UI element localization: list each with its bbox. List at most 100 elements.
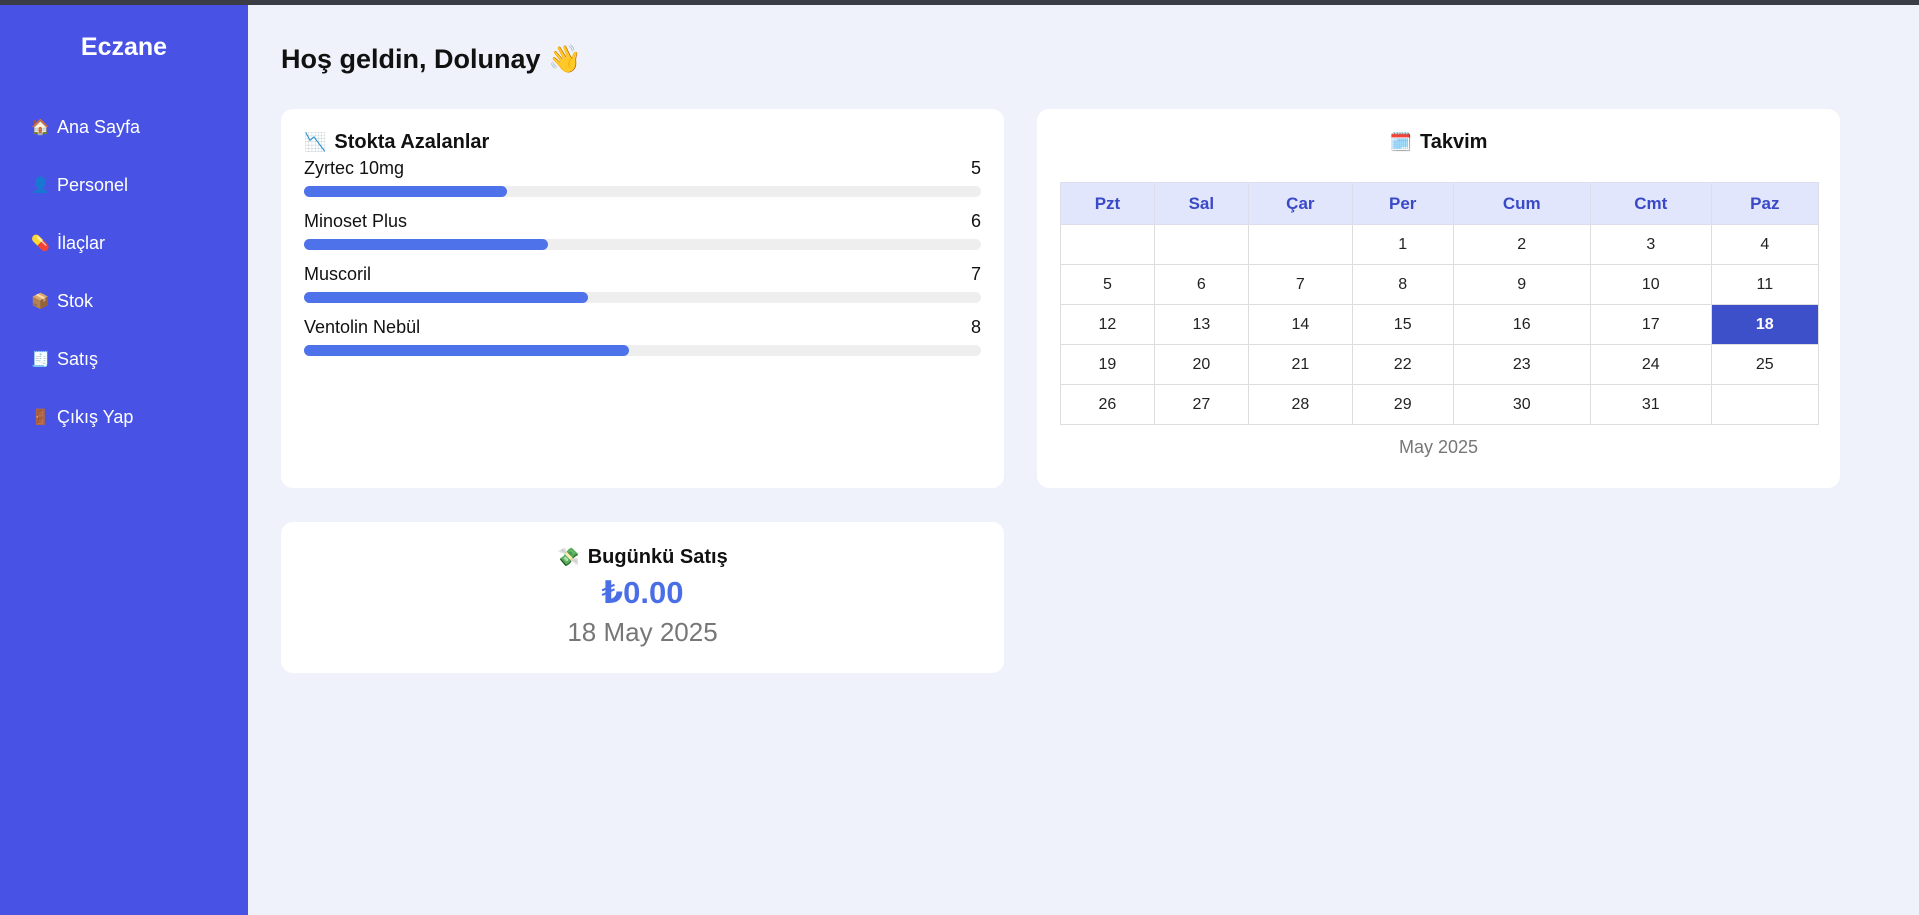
card-title-label: Bugünkü Satış [587, 546, 728, 568]
drug-name: Ventolin Nebül [304, 317, 421, 337]
calendar-card: 🗓️ Takvim Pzt Sal Çar Per Cum Cmt Paz 12… [1037, 109, 1840, 488]
calendar-day[interactable]: 30 [1452, 384, 1591, 425]
calendar-day[interactable]: 22 [1351, 344, 1454, 385]
calendar-day[interactable]: 15 [1351, 304, 1454, 345]
list-item[interactable]: Minoset Plus 6 [304, 211, 981, 250]
user-icon: 👤 [31, 177, 50, 194]
calendar-icon: 🗓️ [1389, 132, 1412, 152]
list-item[interactable]: Muscoril 7 [304, 264, 981, 303]
package-icon: 📦 [31, 293, 50, 310]
sidebar-item-label: Personel [57, 174, 129, 195]
calendar-day[interactable]: 1 [1351, 224, 1454, 265]
home-icon: 🏠 [31, 119, 50, 136]
calendar-day[interactable]: 4 [1710, 224, 1820, 265]
sidebar-item-stok[interactable]: 📦 Stok [0, 272, 248, 330]
calendar-day[interactable]: 6 [1153, 264, 1249, 305]
calendar-day[interactable]: 24 [1589, 344, 1712, 385]
calendar-day[interactable]: 21 [1247, 344, 1353, 385]
sales-amount: ₺0.00 [601, 575, 684, 610]
list-item[interactable]: Ventolin Nebül 8 [304, 317, 981, 356]
weekday-header: Pzt [1060, 182, 1155, 225]
calendar-week-row: 1234 [1060, 224, 1820, 265]
calendar-day[interactable]: 19 [1060, 344, 1155, 385]
calendar-title: 🗓️ Takvim [1060, 131, 1817, 154]
card-title-label: Takvim [1419, 131, 1488, 153]
calendar-day[interactable]: 29 [1351, 384, 1454, 425]
low-stock-title: 📉 Stokta Azalanlar [304, 131, 981, 154]
calendar-day[interactable]: 10 [1589, 264, 1712, 305]
sidebar-item-satis[interactable]: 🧾 Satış [0, 330, 248, 388]
calendar-empty-cell [1060, 224, 1155, 265]
sidebar-item-personel[interactable]: 👤 Personel [0, 156, 248, 214]
calendar-day[interactable]: 14 [1247, 304, 1353, 345]
sales-date: 18 May 2025 [567, 617, 718, 647]
sidebar-item-ana-sayfa[interactable]: 🏠 Ana Sayfa [0, 98, 248, 156]
calendar-day[interactable]: 17 [1589, 304, 1712, 345]
brand-title: Eczane [80, 33, 168, 61]
list-item[interactable]: Zyrtec 10mg 5 [304, 158, 981, 197]
calendar-week-row: 26 27 28 29 30 31 [1060, 384, 1820, 425]
calendar-day[interactable]: 27 [1153, 384, 1249, 425]
pill-icon: 💊 [31, 235, 50, 252]
stock-bar-track [304, 186, 981, 197]
stock-bar-fill [304, 186, 508, 197]
calendar-day[interactable]: 28 [1247, 384, 1353, 425]
calendar-day[interactable]: 11 [1710, 264, 1820, 305]
stock-row: Muscoril 7 [304, 264, 981, 284]
calendar-grid: Pzt Sal Çar Per Cum Cmt Paz 1 2 3 4 5 6 7 8 9 10 1… [1060, 182, 1820, 425]
calendar-day[interactable]: 3 [1589, 224, 1712, 265]
sidebar-item-cikis-yap[interactable]: 🚪 Çıkış Yap [0, 388, 248, 446]
calendar-day[interactable]: 12 [1060, 304, 1155, 345]
calendar-day[interactable]: 8 [1351, 264, 1454, 305]
sidebar-nav: 🏠 Ana Sayfa 👤 Personel 💊 İlaçlar 📦 Stok … [0, 98, 248, 446]
low-stock-list: Zyrtec 10mg 5 Minoset Plus 6 Muscoril 7 … [304, 158, 981, 356]
today-sales-card: 💸 Bugünkü Satış ₺0.00 18 May 2025 [281, 522, 1004, 673]
calendar-day[interactable]: 25 [1710, 344, 1820, 385]
stock-bar-track [304, 239, 981, 250]
sidebar-item-label: Stok [57, 290, 94, 311]
calendar-day[interactable]: 9 [1452, 264, 1591, 305]
card-title-label: Stokta Azalanlar [334, 131, 490, 153]
welcome-prefix: Hoş geldin, [281, 44, 427, 74]
calendar-week-row: 5 6 7 8 9 10 11 [1060, 264, 1820, 305]
calendar-body: 1 2 3 4 5 6 7 8 9 10 11 12 13 14 15 16 17 18 19 20 21 22 23 24 2… [1060, 224, 1820, 425]
calendar-day[interactable]: 16 [1452, 304, 1591, 345]
drug-name: Minoset Plus [304, 211, 408, 231]
sidebar-item-label: Ana Sayfa [57, 116, 141, 137]
main-content: Hoş geldin, Dolunay 👋 📉 Stokta Azalanlar… [248, 5, 1919, 915]
stock-bar-fill [304, 345, 629, 356]
stock-bar-track [304, 292, 981, 303]
stock-bar-fill [304, 239, 548, 250]
chart-down-icon: 📉 [304, 132, 327, 152]
calendar-day-today[interactable]: 18 [1710, 304, 1820, 345]
stock-bar-fill [304, 292, 589, 303]
calendar-day[interactable]: 26 [1060, 384, 1155, 425]
stock-row: Minoset Plus 6 [304, 211, 981, 231]
welcome-heading: Hoş geldin, Dolunay 👋 [281, 43, 582, 75]
stock-qty: 7 [970, 264, 981, 284]
calendar-empty-cell [1247, 224, 1353, 265]
door-icon: 🚪 [31, 409, 50, 426]
weekday-header: Paz [1710, 182, 1820, 225]
weekday-header: Çar [1247, 182, 1353, 225]
calendar-day[interactable]: 31 [1589, 384, 1712, 425]
weekday-header: Sal [1153, 182, 1249, 225]
sidebar-item-label: Çıkış Yap [57, 406, 134, 427]
calendar-day[interactable]: 2 [1452, 224, 1591, 265]
calendar-day[interactable]: 20 [1153, 344, 1249, 385]
stock-row: Zyrtec 10mg 5 [304, 158, 981, 178]
calendar-day[interactable]: 23 [1452, 344, 1591, 385]
calendar-day[interactable]: 5 [1060, 264, 1155, 305]
sidebar-item-ilaclar[interactable]: 💊 İlaçlar [0, 214, 248, 272]
calendar-empty-cell [1153, 224, 1249, 265]
calendar-week-row: 19 20 21 22 23 24 25 [1060, 344, 1820, 385]
calendar-day[interactable]: 13 [1153, 304, 1249, 345]
weekday-header: Cum [1452, 182, 1591, 225]
weekday-header-row: Pzt Sal Çar Per Cum Cmt Paz [1060, 182, 1820, 225]
user-name: Dolunay [434, 44, 541, 74]
calendar-day[interactable]: 7 [1247, 264, 1353, 305]
low-stock-card: 📉 Stokta Azalanlar Zyrtec 10mg 5 Minoset… [281, 109, 1004, 488]
calendar-week-row: 12 13 14 15 16 17 18 [1060, 304, 1820, 345]
weekday-header: Cmt [1589, 182, 1712, 225]
sidebar-item-label: Satış [57, 348, 99, 369]
